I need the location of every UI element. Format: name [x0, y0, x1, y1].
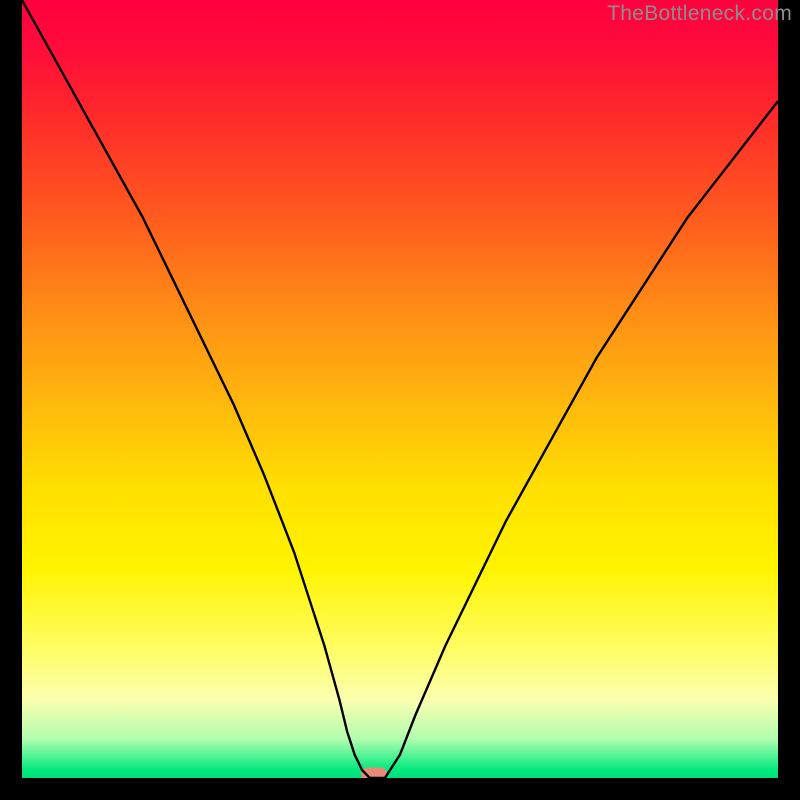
curve-path: [22, 0, 778, 778]
bottleneck-curve: [22, 0, 778, 778]
plot-area: [22, 0, 778, 778]
bottleneck-chart: TheBottleneck.com: [0, 0, 800, 800]
watermark-text: TheBottleneck.com: [607, 2, 792, 26]
